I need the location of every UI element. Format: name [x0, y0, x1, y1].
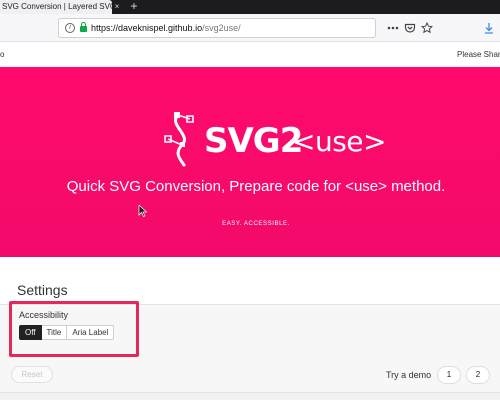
more-icon[interactable] [386, 20, 400, 36]
url-bar[interactable]: i https://daveknispel.github.io/svg2use/ [58, 18, 376, 38]
url-host: https://daveknispel.github.io [91, 23, 203, 33]
browser-tab[interactable]: SVG Conversion | Layered SVG [0, 0, 112, 14]
demo-1-button[interactable]: 1 [437, 366, 461, 384]
mouse-cursor-icon [138, 205, 148, 217]
bookmark-icon[interactable] [420, 20, 434, 36]
logo-use-text: <use> [292, 125, 386, 158]
try-demo-label: Try a demo [386, 370, 432, 380]
hero-tagline: EASY. ACCESSIBLE. [222, 221, 290, 227]
share-link[interactable]: Please Share [457, 50, 500, 59]
logo-title: SVG2 [204, 121, 303, 161]
demo-2-button[interactable]: 2 [466, 366, 490, 384]
tab-bar: SVG Conversion | Layered SVG × + [0, 0, 500, 14]
close-tab-icon[interactable]: × [112, 0, 122, 14]
new-tab-button[interactable]: + [128, 0, 140, 14]
reset-button[interactable]: Reset [11, 366, 53, 383]
hero-banner: SVG2 <use> Quick SVG Conversion, Prepare… [0, 67, 500, 257]
info-icon[interactable]: i [65, 23, 75, 33]
lock-icon [80, 22, 87, 32]
site-header: o Please Share [0, 43, 500, 67]
pocket-icon[interactable] [403, 20, 417, 36]
highlight-annotation [9, 301, 139, 357]
settings-heading: Settings [17, 282, 68, 298]
url-path: /svg2use/ [202, 23, 241, 33]
editor-area-edge [0, 392, 500, 400]
download-icon[interactable] [482, 20, 496, 36]
logo-bezier-icon [164, 112, 194, 167]
navigation-bar: i https://daveknispel.github.io/svg2use/ [0, 14, 500, 42]
hero-subtitle: Quick SVG Conversion, Prepare code for <… [66, 178, 446, 195]
site-nav-link[interactable]: o [0, 50, 4, 59]
url-text[interactable]: https://daveknispel.github.io/svg2use/ [91, 22, 241, 34]
